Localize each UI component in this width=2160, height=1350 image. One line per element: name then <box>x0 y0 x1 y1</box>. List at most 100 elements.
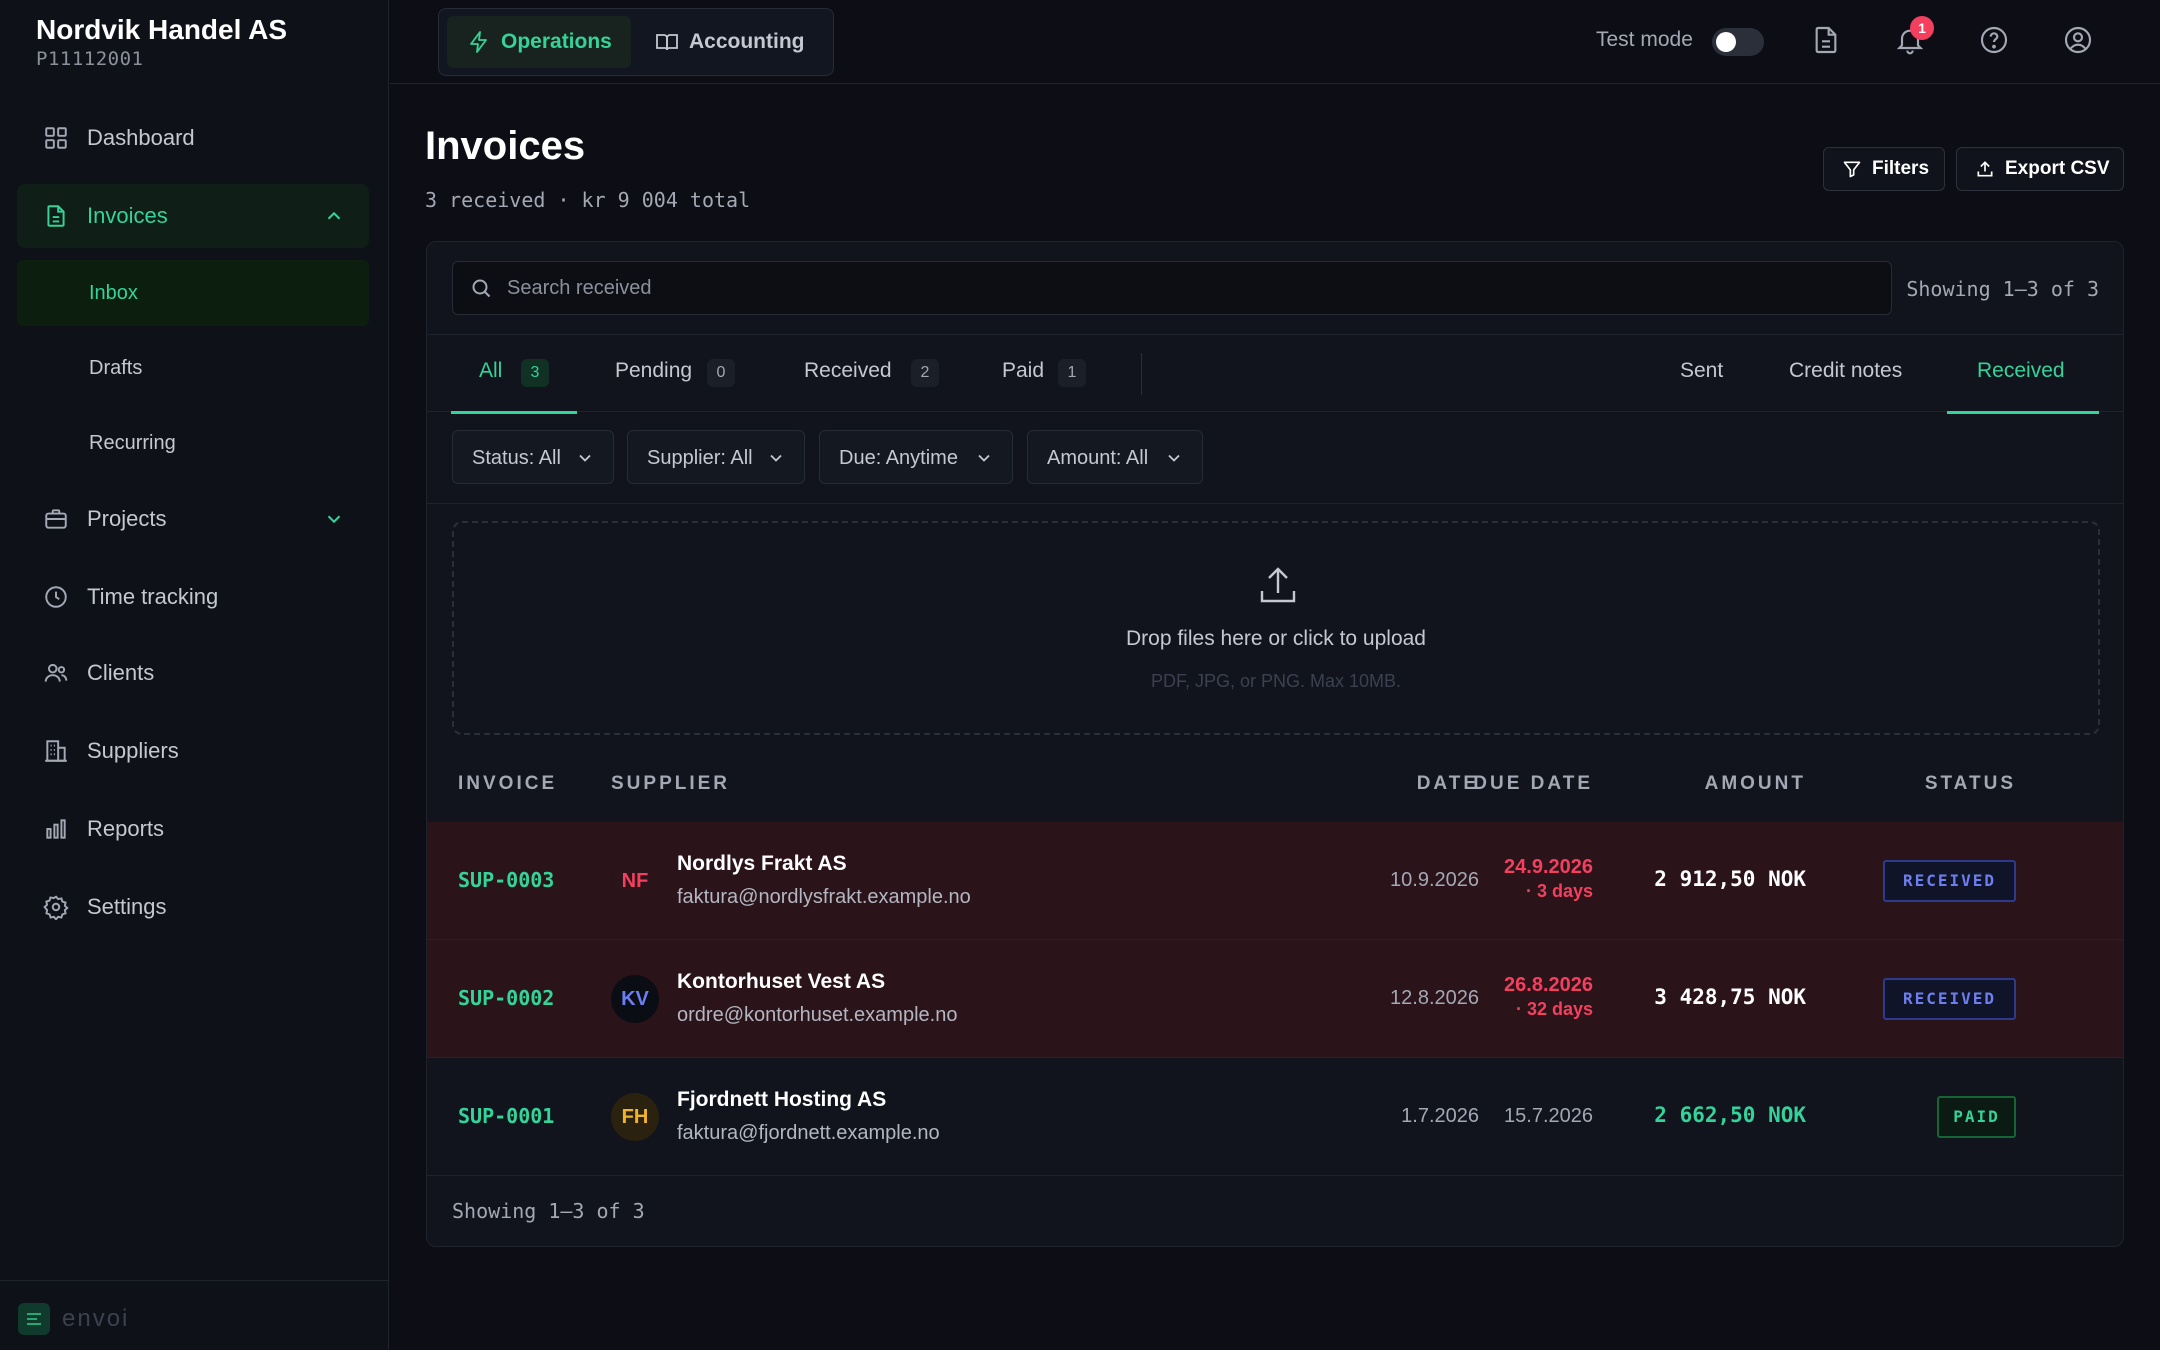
pagination-info: Showing 1–3 of 3 <box>452 1199 645 1223</box>
invoice-id[interactable]: SUP-0001 <box>458 1104 554 1128</box>
org-name[interactable]: Nordvik Handel AS <box>36 14 287 46</box>
tab-label: All <box>479 359 503 382</box>
accounting-mode-button[interactable]: Accounting <box>635 16 825 68</box>
sidebar-subitem-label: Drafts <box>89 356 143 379</box>
table-row[interactable]: SUP-0003 NF Nordlys Frakt AS faktura@nor… <box>427 822 2123 940</box>
table-row[interactable]: SUP-0002 KV Kontorhuset Vest AS ordre@ko… <box>427 940 2123 1058</box>
user-circle-icon[interactable] <box>2062 24 2094 56</box>
operations-mode-button[interactable]: Operations <box>447 16 631 68</box>
col-header-date[interactable]: DATE <box>1417 773 1479 795</box>
tab-pending[interactable]: Pending 0 <box>615 335 755 413</box>
book-open-icon <box>656 34 678 51</box>
invoice-id[interactable]: SUP-0002 <box>458 986 554 1010</box>
sidebar-item-projects[interactable]: Projects <box>17 487 369 551</box>
supplier-email: faktura@nordlysfrakt.example.no <box>677 886 971 908</box>
supplier-avatar: NF <box>611 857 659 905</box>
tab-credit-notes[interactable]: Credit notes <box>1789 335 1911 413</box>
invoice-date: 10.9.2026 <box>1390 869 1479 891</box>
sidebar-item-label: Dashboard <box>87 125 195 150</box>
brand-logo-icon <box>18 1303 50 1335</box>
supplier-avatar: FH <box>611 1093 659 1141</box>
sidebar-item-suppliers[interactable]: Suppliers <box>17 719 369 783</box>
col-header-due-date[interactable]: DUE DATE <box>1473 773 1593 795</box>
sidebar-subitem-drafts[interactable]: Drafts <box>17 335 369 401</box>
col-header-invoice[interactable]: INVOICE <box>458 773 557 795</box>
invoice-date: 1.7.2026 <box>1401 1105 1479 1127</box>
tab-sent[interactable]: Sent <box>1680 335 1728 413</box>
table-row[interactable]: SUP-0001 FH Fjordnett Hosting AS faktura… <box>427 1058 2123 1176</box>
col-header-status[interactable]: STATUS <box>1925 773 2016 795</box>
tab-label: Received <box>1977 359 2065 382</box>
sidebar-item-reports[interactable]: Reports <box>17 797 369 861</box>
invoice-amount: 2 912,50 NOK <box>1654 867 1806 891</box>
gear-icon <box>43 895 69 920</box>
briefcase-icon <box>45 509 67 529</box>
clock-icon <box>45 586 67 608</box>
tab-paid[interactable]: Paid 1 <box>1002 335 1102 413</box>
sidebar-item-invoices[interactable]: Invoices <box>17 184 369 248</box>
tab-count: 2 <box>911 359 939 387</box>
sidebar-footer: envoi <box>0 1280 389 1350</box>
search-icon <box>472 279 491 298</box>
invoice-date: 12.8.2026 <box>1390 987 1479 1009</box>
invoice-id[interactable]: SUP-0003 <box>458 868 554 892</box>
due-filter-dropdown[interactable]: Due: Anytime <box>819 430 1013 484</box>
supplier-email: faktura@fjordnett.example.no <box>677 1122 940 1144</box>
sidebar-item-label: Settings <box>87 894 167 919</box>
org-id: P11112001 <box>36 48 144 70</box>
col-header-supplier[interactable]: SUPPLIER <box>611 773 730 795</box>
chevron-down-icon <box>579 454 591 462</box>
supplier-avatar: KV <box>611 975 659 1023</box>
sidebar-item-label: Clients <box>87 660 155 685</box>
sidebar-subitem-inbox[interactable]: Inbox <box>17 260 369 326</box>
help-icon[interactable] <box>1978 24 2010 56</box>
building-icon <box>45 740 67 762</box>
tab-received[interactable]: Received 2 <box>804 335 954 413</box>
upload-title: Drop files here or click to upload <box>1126 627 1426 650</box>
tab-count: 1 <box>1058 359 1086 387</box>
supplier-filter-dropdown[interactable]: Supplier: All <box>627 430 805 484</box>
tab-label: Received <box>804 359 892 382</box>
export-csv-button[interactable]: Export CSV <box>1956 147 2124 191</box>
test-mode-toggle[interactable] <box>1712 28 1764 56</box>
filter-label: Status: All <box>472 447 561 469</box>
sidebar-item-clients[interactable]: Clients <box>17 641 369 705</box>
sidebar-item-dashboard[interactable]: Dashboard <box>17 106 369 170</box>
document-icon[interactable] <box>1810 24 1842 56</box>
sidebar-item-label: Reports <box>87 816 165 841</box>
amount-filter-dropdown[interactable]: Amount: All <box>1027 430 1203 484</box>
tab-count: 0 <box>707 359 735 387</box>
tab-received-view[interactable]: Received <box>1947 335 2099 414</box>
tab-count: 3 <box>521 359 549 387</box>
page-subtitle: 3 received · kr 9 004 total <box>425 188 751 212</box>
sidebar-item-time-tracking[interactable]: Time tracking <box>17 565 369 629</box>
notification-badge: 1 <box>1910 16 1934 40</box>
sidebar-item-label: Suppliers <box>87 738 179 763</box>
page-title: Invoices <box>425 124 586 168</box>
test-mode-label: Test mode <box>1596 28 1693 51</box>
upload-dropzone[interactable]: Drop files here or click to upload PDF, … <box>452 521 2100 735</box>
chevron-down-icon <box>770 454 782 462</box>
operations-label: Operations <box>501 30 612 53</box>
sidebar-subitem-recurring[interactable]: Recurring <box>17 410 369 476</box>
status-tabs: All 3 Pending 0 Received 2 Paid 1 Sent C… <box>427 334 2123 414</box>
tab-divider <box>1141 353 1142 395</box>
due-date-cell: 26.8.2026 · 32 days <box>1504 974 1593 1020</box>
tab-all[interactable]: All 3 <box>451 335 577 414</box>
due-date-cell: 15.7.2026 <box>1504 1105 1593 1128</box>
tab-label: Sent <box>1680 359 1724 382</box>
sidebar-subitem-label: Inbox <box>89 281 138 304</box>
chevron-down-icon <box>978 454 990 462</box>
filters-button[interactable]: Filters <box>1823 147 1945 191</box>
supplier-name: Nordlys Frakt AS <box>677 852 847 875</box>
chevron-down-icon <box>327 515 341 524</box>
search-input[interactable] <box>507 262 1877 314</box>
supplier-name: Fjordnett Hosting AS <box>677 1088 887 1111</box>
sidebar-item-settings[interactable]: Settings <box>17 875 369 939</box>
topbar: Operations Accounting Test mode 1 <box>390 0 2160 84</box>
status-filter-dropdown[interactable]: Status: All <box>452 430 614 484</box>
users-icon <box>44 663 68 682</box>
filter-label: Amount: All <box>1047 447 1149 469</box>
col-header-amount[interactable]: AMOUNT <box>1705 773 1806 795</box>
due-note: · 32 days <box>1515 999 1593 1019</box>
